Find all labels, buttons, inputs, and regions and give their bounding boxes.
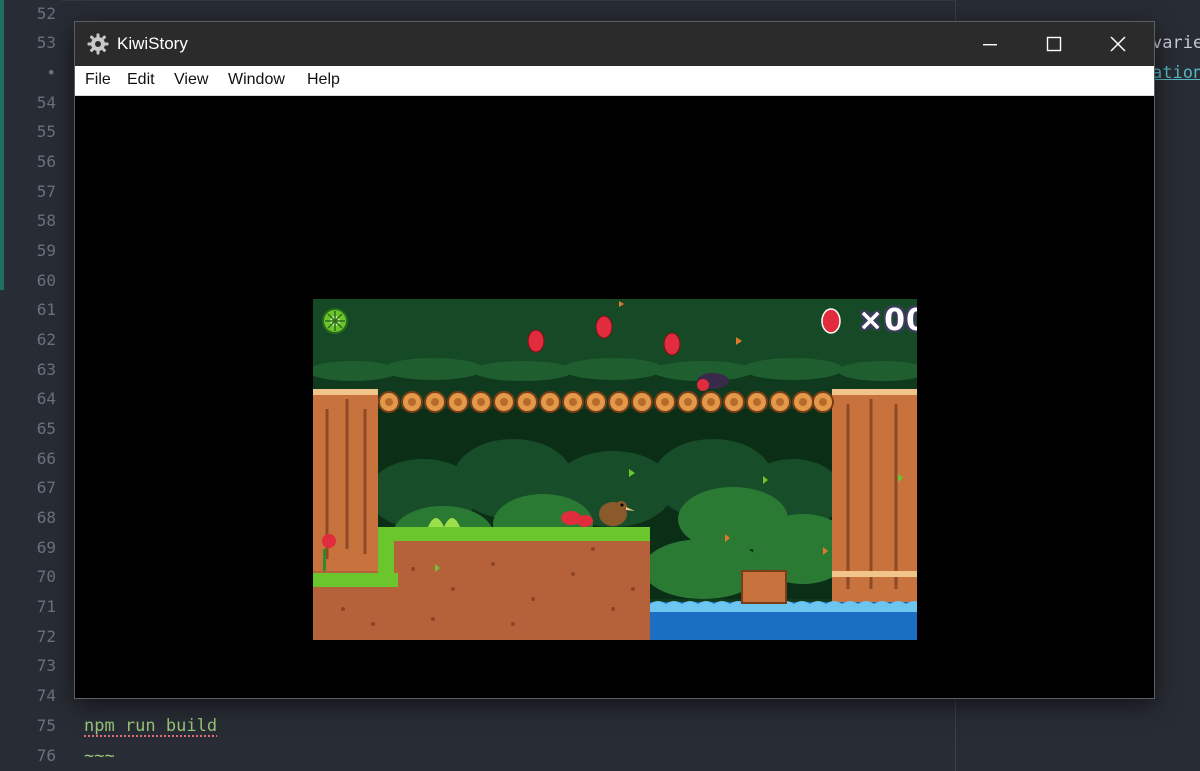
line-number: 58 xyxy=(36,211,56,230)
counter-value: 00 xyxy=(884,303,917,338)
line-number: 74 xyxy=(36,686,56,705)
line-number: 73 xyxy=(36,656,56,675)
line-number: 60 xyxy=(36,271,56,290)
line-number: 66 xyxy=(36,449,56,468)
line-number: 75 xyxy=(36,716,56,735)
log-stump xyxy=(741,570,787,604)
line-number: 76 xyxy=(36,746,56,765)
line-number: 55 xyxy=(36,122,56,141)
code-line-75[interactable]: npm run build xyxy=(84,716,217,736)
window-title: KiwiStory xyxy=(117,34,188,53)
collectible-counter: ×00 xyxy=(858,303,917,338)
line-number: 52 xyxy=(36,4,56,23)
line-number: 70 xyxy=(36,567,56,586)
counter-multiplier: × xyxy=(858,303,885,338)
menu-window[interactable]: Window xyxy=(228,71,285,89)
title-bar[interactable]: KiwiStory xyxy=(75,22,1154,66)
right-pane-text: varie xyxy=(1152,33,1200,53)
right-pane-link[interactable]: ation xyxy=(1152,63,1200,83)
kiwi-coin-icon xyxy=(322,308,348,334)
right-trunk-ring xyxy=(832,571,917,577)
line-number: 54 xyxy=(36,93,56,112)
menu-file[interactable]: File xyxy=(85,71,111,89)
menu-help[interactable]: Help xyxy=(307,71,340,89)
line-number: 65 xyxy=(36,419,56,438)
code-line-76[interactable]: ~~~ xyxy=(84,746,115,766)
editor-divider-top xyxy=(62,0,955,1)
red-beetle-icon xyxy=(821,308,841,334)
game-viewport[interactable]: ×00 xyxy=(75,96,1154,698)
code-line-75-text: npm run build xyxy=(84,716,218,736)
maximize-icon xyxy=(1046,36,1062,52)
gear-icon xyxy=(87,33,109,55)
line-number: 63 xyxy=(36,360,56,379)
minimize-icon xyxy=(983,44,997,46)
lower-grass xyxy=(313,573,398,587)
line-number: • xyxy=(46,63,56,82)
line-number: 69 xyxy=(36,538,56,557)
menu-edit[interactable]: Edit xyxy=(127,71,155,89)
line-number: 61 xyxy=(36,300,56,319)
platform-grass xyxy=(378,527,650,541)
left-trunk-top xyxy=(313,389,378,395)
game-canvas[interactable]: ×00 xyxy=(313,299,917,640)
close-button[interactable] xyxy=(1086,22,1150,66)
app-window: KiwiStory File Edit View Window Help ×0 xyxy=(75,22,1154,698)
line-number: 64 xyxy=(36,389,56,408)
line-number: 53 xyxy=(36,33,56,52)
line-number: 68 xyxy=(36,508,56,527)
close-icon xyxy=(1110,36,1126,52)
maximize-button[interactable] xyxy=(1022,22,1086,66)
line-number: 56 xyxy=(36,152,56,171)
menu-bar: File Edit View Window Help xyxy=(75,66,1154,96)
minimize-button[interactable] xyxy=(958,22,1022,66)
menu-view[interactable]: View xyxy=(174,71,208,89)
game-scene xyxy=(313,299,917,640)
line-number: 57 xyxy=(36,182,56,201)
line-number: 71 xyxy=(36,597,56,616)
line-number: 72 xyxy=(36,627,56,646)
right-tree-trunk xyxy=(832,392,917,602)
line-number: 62 xyxy=(36,330,56,349)
line-number: 59 xyxy=(36,241,56,260)
line-number: 67 xyxy=(36,478,56,497)
right-trunk-top xyxy=(832,389,917,395)
